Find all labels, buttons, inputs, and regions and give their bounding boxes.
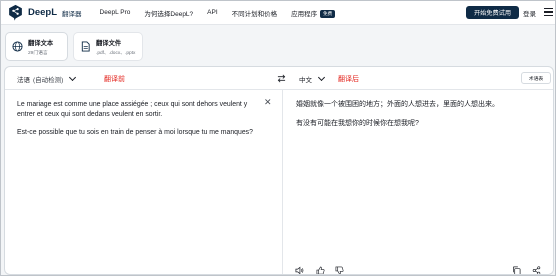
glossary-button[interactable]: 术语表 (521, 72, 551, 84)
top-navigation: DeepL 翻译器 DeepL Pro 为何选择DeepL? API 不同计划和… (1, 1, 555, 25)
after-translation-annotation: 翻译后 (338, 76, 359, 83)
free-badge: 免费 (320, 9, 336, 18)
thumbs-up-icon[interactable] (316, 262, 325, 274)
swap-languages-icon[interactable] (277, 74, 286, 83)
target-paragraph: 婚姻就像一个被围困的地方；外面的人想进去，里面的人想出来。 (296, 101, 499, 108)
brand-name: DeepL (28, 7, 58, 18)
nav-link-pricing[interactable]: 不同计划和价格 (232, 8, 278, 18)
brand-subtitle: 翻译器 (62, 10, 82, 18)
source-text-input[interactable]: Le mariage est comme une place assiégée … (17, 100, 265, 147)
speaker-icon[interactable] (295, 262, 304, 274)
tab-translate-text[interactable]: 翻译文本 29门语言 (5, 32, 68, 61)
translator-panel: 法语 (自动检测) 翻译前 中文 翻译后 术语表 Le mariage est c… (4, 66, 554, 275)
deepl-logo-icon (9, 4, 22, 21)
tab-translate-files-subtitle: .pdf、.docx、.pptx (96, 50, 136, 56)
thumbs-down-icon[interactable] (335, 262, 344, 274)
tab-translate-files[interactable]: 翻译文件 .pdf、.docx、.pptx (73, 32, 143, 61)
pane-divider (282, 90, 283, 274)
share-icon[interactable] (532, 262, 541, 274)
source-language-detect: (自动检测) (33, 77, 64, 84)
start-free-trial-button[interactable]: 开始免费试用 (466, 6, 519, 19)
hamburger-menu-icon[interactable] (544, 8, 553, 17)
nav-link-deepl-pro[interactable]: DeepL Pro (100, 9, 131, 16)
target-language-select[interactable]: 中文 (299, 73, 326, 84)
clear-text-icon[interactable]: ✕ (264, 98, 272, 107)
nav-link-why-deepl[interactable]: 为何选择DeepL? (144, 8, 193, 18)
before-translation-annotation: 翻译前 (104, 76, 125, 83)
document-icon (81, 41, 90, 52)
tab-translate-files-title: 翻译文件 (96, 39, 122, 47)
chevron-down-icon (69, 73, 77, 82)
source-language-label: 法语 (17, 77, 30, 84)
nav-link-api[interactable]: API (207, 9, 217, 16)
deepl-logo[interactable]: DeepL 翻译器 (7, 4, 82, 21)
source-paragraph: Le mariage est comme une place assiégée … (17, 101, 248, 118)
globe-icon (12, 41, 23, 52)
nav-link-apps-label: 应用程序 (291, 10, 318, 18)
nav-link-apps[interactable]: 应用程序 免费 (291, 8, 336, 18)
target-language-label: 中文 (299, 77, 312, 84)
login-link[interactable]: 登录 (523, 8, 536, 18)
copy-icon[interactable] (512, 262, 521, 274)
source-language-select[interactable]: 法语 (自动检测) (17, 73, 77, 84)
target-paragraph: 有没有可能在我想你的时候你在想我呢? (296, 119, 419, 127)
language-bar: 法语 (自动检测) 翻译前 中文 翻译后 术语表 (5, 67, 553, 90)
tab-translate-text-subtitle: 29门语言 (28, 50, 48, 56)
app-window: DeepL 翻译器 DeepL Pro 为何选择DeepL? API 不同计划和… (0, 0, 556, 276)
chevron-down-icon (317, 73, 326, 82)
target-text-output[interactable]: 婚姻就像一个被围困的地方；外面的人想进去，里面的人想出来。 有没有可能在我想你的… (296, 100, 546, 137)
source-paragraph: Est-ce possible que tu sois en train de … (17, 129, 253, 136)
tab-translate-text-title: 翻译文本 (28, 39, 54, 47)
